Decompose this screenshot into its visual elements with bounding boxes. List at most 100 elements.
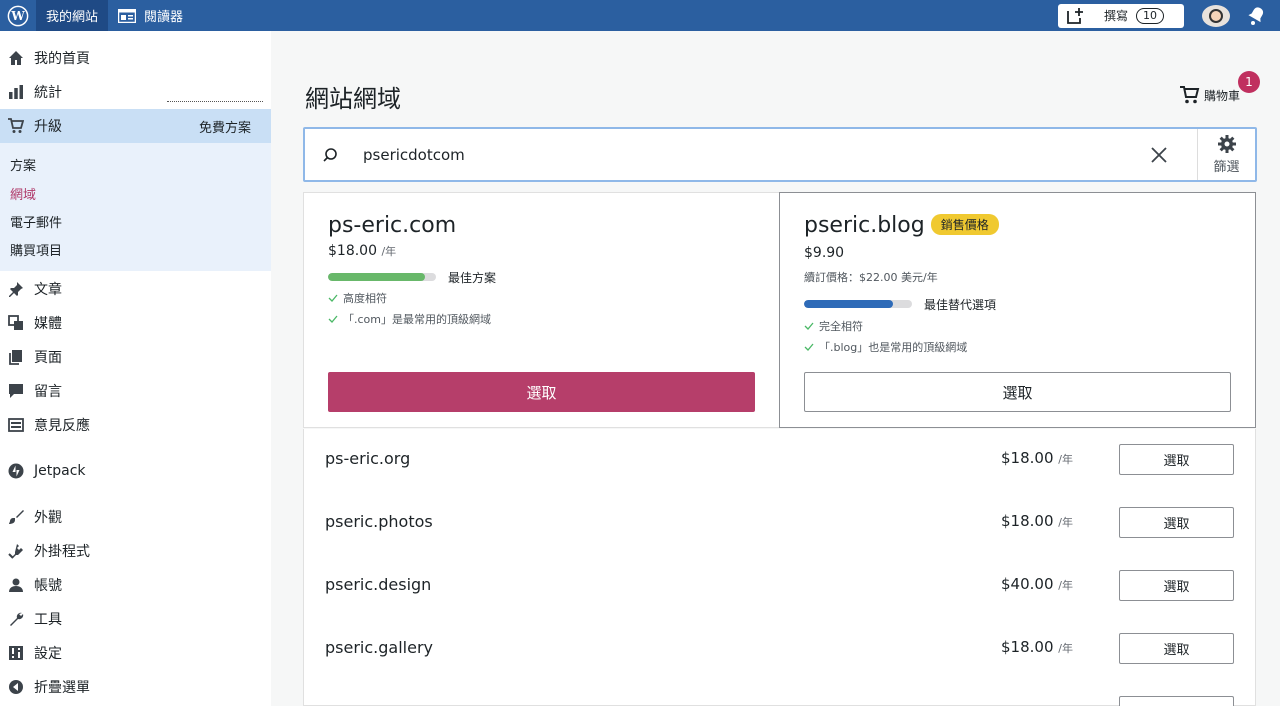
domain-price: $18.00 /年	[328, 243, 397, 259]
plan-badge: 免費方案	[198, 120, 251, 136]
sidebar-item-users[interactable]: 帳號	[0, 570, 271, 600]
user-icon	[8, 577, 24, 593]
collapse-icon	[8, 679, 24, 695]
sidebar-item-jetpack[interactable]: Jetpack	[0, 456, 271, 486]
featured-card: pseric.blog 銷售價格 $9.90 續訂價格：$22.00 美元/年 最…	[779, 192, 1256, 428]
sidebar-item-label: 我的首頁	[34, 51, 90, 67]
sidebar-item-pages[interactable]: 頁面	[0, 342, 271, 372]
submenu-item-plans[interactable]: 方案	[10, 155, 36, 174]
sidebar-item-tools[interactable]: 工具	[0, 604, 271, 634]
list-item	[303, 681, 1256, 706]
domain-name: ps-eric.com	[328, 213, 457, 238]
sidebar-item-upgrade[interactable]: 升級 免費方案	[0, 109, 271, 143]
sidebar-item-stats[interactable]: 統計	[0, 77, 271, 107]
featured-suggestions: ps-eric.com $18.00 /年 最佳方案 高度相符 「.com」是最…	[303, 192, 1256, 428]
domain-price: $18.00 /年	[1001, 512, 1073, 530]
list-item: pseric.design $40.00 /年 選取	[303, 555, 1256, 619]
sidebar-item-posts[interactable]: 文章	[0, 274, 271, 304]
filter-button[interactable]: 篩選	[1197, 129, 1255, 180]
reader-link[interactable]: 閱讀器	[144, 0, 193, 31]
renewal-price: 續訂價格：$22.00 美元/年	[804, 271, 938, 284]
sidebar-item-label: Jetpack	[34, 463, 86, 479]
check-item: 「.blog」也是常用的頂級網域	[804, 339, 967, 355]
select-button[interactable]: 選取	[328, 372, 755, 412]
reader-icon[interactable]	[118, 8, 137, 23]
domain-name: pseric.design	[325, 575, 432, 594]
gear-icon	[1217, 135, 1236, 153]
write-count-badge: 10	[1136, 7, 1165, 24]
sidebar-item-label: 升級	[34, 119, 62, 135]
checkmark-icon	[804, 322, 814, 330]
match-bar	[328, 273, 436, 281]
select-button[interactable]: 選取	[1119, 570, 1234, 601]
sidebar-item-media[interactable]: 媒體	[0, 308, 271, 338]
sale-badge: 銷售價格	[930, 214, 999, 235]
select-button[interactable]: 選取	[1119, 507, 1234, 538]
sidebar-item-label: 外掛程式	[34, 544, 90, 560]
wordpress-logo-icon[interactable]: W	[0, 0, 36, 31]
checkmark-icon	[804, 343, 814, 351]
select-button[interactable]	[1119, 696, 1234, 706]
write-button[interactable]: 撰寫 10	[1058, 3, 1184, 28]
domain-search-bar: psericdotcom 篩選	[303, 127, 1257, 182]
sidebar-item-settings[interactable]: 設定	[0, 638, 271, 668]
featured-card: ps-eric.com $18.00 /年 最佳方案 高度相符 「.com」是最…	[304, 193, 779, 429]
sidebar-item-home[interactable]: 我的首頁	[0, 43, 271, 73]
cart-button[interactable]: 購物車 1	[1179, 71, 1260, 105]
sidebar-item-label: 媒體	[34, 316, 62, 332]
search-icon[interactable]	[321, 146, 339, 164]
submenu-item-domains[interactable]: 網域	[10, 184, 36, 203]
checkmark-icon	[328, 294, 338, 302]
sidebar-item-feedback[interactable]: 意見反應	[0, 410, 271, 440]
feedback-icon	[8, 417, 24, 433]
submenu-item-purchases[interactable]: 購買項目	[10, 240, 62, 259]
search-input[interactable]: psericdotcom	[363, 146, 1149, 164]
add-post-icon	[1067, 7, 1083, 24]
sidebar-item-appearance[interactable]: 外觀	[0, 502, 271, 532]
main-content: 網站網域 購物車 1 psericdotcom 篩選 ps-eric.com $…	[271, 31, 1280, 706]
select-button[interactable]: 選取	[1119, 633, 1234, 664]
pin-icon	[8, 281, 24, 297]
wrench-icon	[8, 611, 24, 627]
cart-icon	[1179, 86, 1200, 104]
check-item: 完全相符	[804, 318, 863, 334]
settings-icon	[8, 645, 24, 661]
check-item: 「.com」是最常用的頂級網域	[328, 311, 491, 327]
check-item: 高度相符	[328, 290, 387, 306]
close-icon[interactable]	[1149, 145, 1169, 165]
jetpack-icon	[8, 463, 24, 479]
sidebar-item-comments[interactable]: 留言	[0, 376, 271, 406]
cart-icon	[8, 118, 24, 134]
my-site-link[interactable]: 我的網站	[36, 0, 109, 31]
match-label: 最佳方案	[448, 271, 497, 285]
comment-icon	[8, 383, 24, 399]
match-bar	[804, 300, 912, 308]
sidebar-item-label: 外觀	[34, 510, 62, 526]
plugin-icon	[8, 543, 24, 559]
media-icon	[8, 315, 24, 331]
masterbar: W 我的網站 閱讀器 撰寫 10	[0, 0, 1280, 31]
sidebar-item-label: 工具	[34, 612, 62, 628]
domain-price: $18.00 /年	[1001, 449, 1073, 467]
domain-name: pseric.gallery	[325, 638, 433, 657]
pages-icon	[8, 349, 24, 365]
select-button[interactable]: 選取	[1119, 444, 1234, 475]
domain-price: $18.00 /年	[1001, 638, 1073, 656]
sidebar-item-label: 文章	[34, 282, 62, 298]
domain-name: pseric.photos	[325, 512, 433, 531]
sidebar-item-label: 帳號	[34, 578, 62, 594]
write-label: 撰寫	[1104, 9, 1129, 23]
domain-price: $9.90	[804, 245, 845, 261]
notifications-bell-icon[interactable]	[1244, 4, 1268, 28]
sidebar-item-label: 意見反應	[34, 418, 90, 434]
sidebar: 我的首頁 統計 升級 免費方案 方案 網域 電子郵件 購買項目 文章 媒體 頁面…	[0, 31, 271, 706]
domain-price: $40.00 /年	[1001, 575, 1073, 593]
svg-text:W: W	[10, 9, 25, 23]
page-title: 網站網域	[305, 85, 401, 113]
select-button[interactable]: 選取	[804, 372, 1231, 412]
sidebar-item-plugins[interactable]: 外掛程式	[0, 536, 271, 566]
avatar[interactable]	[1202, 4, 1230, 27]
sidebar-item-collapse[interactable]: 折疊選單	[0, 672, 271, 702]
stats-icon	[8, 84, 24, 100]
submenu-item-email[interactable]: 電子郵件	[10, 212, 62, 231]
